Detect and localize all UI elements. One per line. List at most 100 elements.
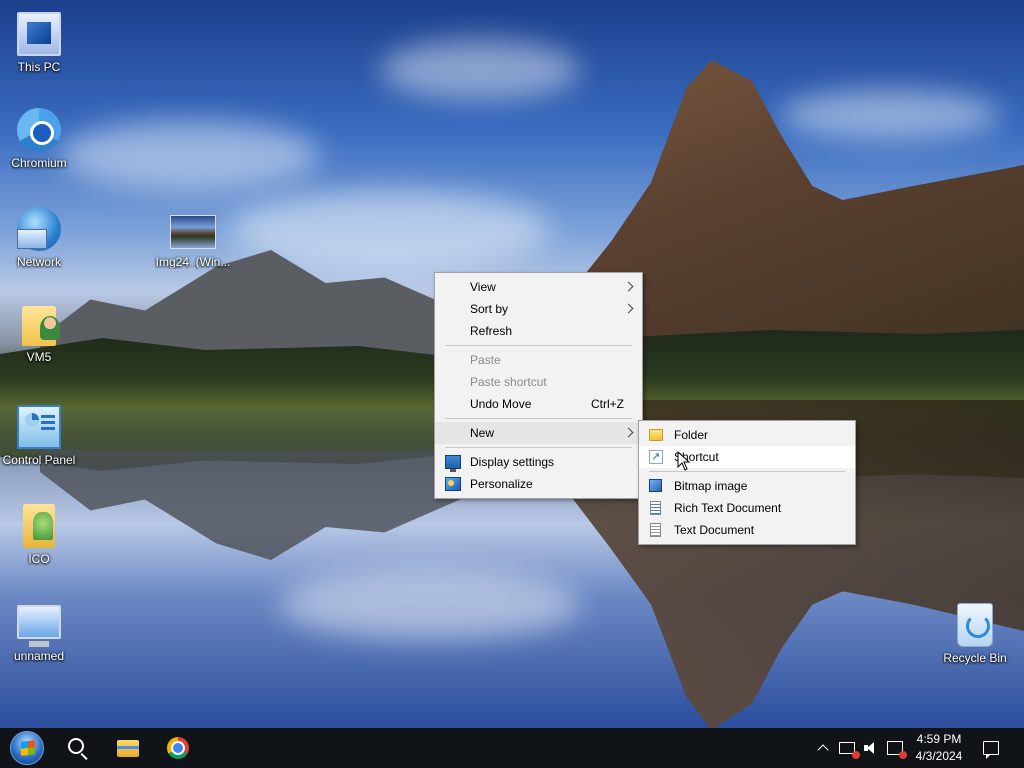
desktop-icon-label: This PC <box>17 60 61 74</box>
chromium-icon <box>17 108 61 152</box>
cloud <box>780 90 1000 140</box>
menu-item-label: View <box>470 280 496 294</box>
cloud-reflection <box>280 570 580 640</box>
bitmap-icon <box>649 479 662 492</box>
menu-item-label: Refresh <box>470 324 513 338</box>
menu-separator <box>445 345 632 346</box>
menu-item-label: Display settings <box>470 455 555 469</box>
folder-icon <box>23 504 55 548</box>
desktop-icon-label: ICO <box>28 552 50 566</box>
desktop-icon-unnamed[interactable]: unnamed <box>0 605 78 663</box>
menu-item-label: Paste <box>470 353 501 367</box>
chevron-right-icon <box>623 427 634 438</box>
notification-status-icon <box>887 741 907 759</box>
desktop-context-menu: View Sort by Refresh Paste Paste shortcu… <box>434 272 643 499</box>
menu-separator <box>445 447 632 448</box>
volume-muted-icon <box>864 742 878 754</box>
network-icon <box>17 207 61 251</box>
network-tray-button[interactable] <box>836 728 860 768</box>
notification-tray-button[interactable] <box>884 728 907 768</box>
menu-item-label: New <box>470 426 495 440</box>
desktop-icon-img24[interactable]: Img24_(Win... <box>154 215 232 269</box>
mountain-range-reflection <box>40 450 460 560</box>
recycle-bin-icon <box>957 603 993 647</box>
chevron-right-icon <box>623 281 634 292</box>
desktop-icon-network[interactable]: Network <box>0 207 78 269</box>
desktop-icon-control-panel[interactable]: Control Panel <box>0 405 78 467</box>
text-document-icon <box>650 523 661 537</box>
desktop-icon-vm5[interactable]: VM5 <box>0 306 78 364</box>
menu-item-label: Text Document <box>674 523 755 537</box>
menu-item-label: Folder <box>674 428 709 442</box>
menu-item-sort-by[interactable]: Sort by <box>435 298 642 320</box>
display-icon <box>445 455 461 472</box>
monitor-icon <box>17 605 61 647</box>
search-button[interactable] <box>54 728 102 768</box>
chevron-up-icon <box>817 744 829 756</box>
file-explorer-icon <box>117 739 139 757</box>
show-hidden-icons-button[interactable] <box>812 728 834 768</box>
chevron-right-icon <box>623 303 634 314</box>
desktop-icon-label: unnamed <box>13 649 65 663</box>
menu-item-undo-move[interactable]: Undo Move Ctrl+Z <box>435 393 642 415</box>
start-button[interactable] <box>3 728 51 768</box>
submenu-item-folder[interactable]: Folder <box>639 424 855 446</box>
desktop-icon-label: Control Panel <box>2 453 76 467</box>
user-icon <box>40 316 60 340</box>
action-center-icon <box>983 741 999 759</box>
user-folder-icon <box>22 306 60 346</box>
cloud <box>60 120 320 190</box>
menu-item-shortcut: Ctrl+Z <box>591 397 624 411</box>
new-submenu: Folder Shortcut Bitmap image Rich Text D… <box>638 420 856 545</box>
menu-item-new[interactable]: New <box>435 422 642 444</box>
volume-tray-button[interactable] <box>860 728 882 768</box>
menu-item-paste: Paste <box>435 349 642 371</box>
shortcut-icon <box>649 446 663 468</box>
menu-item-label: Undo Move <box>470 397 532 411</box>
clock-date: 4/3/2024 <box>915 749 963 763</box>
menu-item-display-settings[interactable]: Display settings <box>435 451 642 473</box>
folder-icon <box>649 429 663 441</box>
desktop-icon-label: Chromium <box>11 156 67 170</box>
image-file-icon <box>170 215 216 249</box>
menu-item-paste-shortcut: Paste shortcut <box>435 371 642 393</box>
submenu-item-shortcut[interactable]: Shortcut <box>639 446 855 468</box>
menu-separator <box>445 418 632 419</box>
desktop-icon-this-pc[interactable]: This PC <box>0 12 78 74</box>
start-icon <box>10 731 44 765</box>
search-icon <box>68 738 84 754</box>
menu-item-label: Bitmap image <box>674 479 748 493</box>
action-center-button[interactable] <box>978 728 1004 768</box>
submenu-item-text-document[interactable]: Text Document <box>639 519 855 541</box>
clock-time: 4:59 PM <box>916 732 962 746</box>
chrome-icon <box>167 737 189 759</box>
desktop-icon-ico[interactable]: ICO <box>0 504 78 566</box>
desktop-icon-label: Recycle Bin <box>943 651 1007 665</box>
cloud <box>380 40 580 100</box>
menu-item-refresh[interactable]: Refresh <box>435 320 642 342</box>
network-icon <box>839 742 860 759</box>
desktop-icon-label: Network <box>16 255 61 269</box>
menu-item-label: Personalize <box>470 477 533 491</box>
menu-separator <box>649 471 845 472</box>
desktop-icon-recycle-bin[interactable]: Recycle Bin <box>936 603 1014 665</box>
chrome-button[interactable] <box>154 728 202 768</box>
submenu-item-bitmap-image[interactable]: Bitmap image <box>639 475 855 497</box>
menu-item-label: Sort by <box>470 302 509 316</box>
computer-icon <box>17 12 61 56</box>
taskbar-clock[interactable]: 4:59 PM 4/3/2024 <box>908 728 970 768</box>
mouse-pointer-icon <box>677 451 691 471</box>
rich-text-icon <box>650 501 661 515</box>
desktop-icon-label: VM5 <box>26 350 52 364</box>
menu-item-view[interactable]: View <box>435 276 642 298</box>
menu-item-label: Paste shortcut <box>470 375 547 389</box>
menu-item-personalize[interactable]: Personalize <box>435 473 642 495</box>
file-explorer-button[interactable] <box>104 728 152 768</box>
control-panel-icon <box>17 405 61 449</box>
menu-item-label: Rich Text Document <box>674 501 782 515</box>
personalize-icon <box>445 477 461 491</box>
desktop-icon-label: Img24_(Win... <box>155 255 231 269</box>
taskbar: 4:59 PM 4/3/2024 <box>0 728 1024 768</box>
desktop-icon-chromium[interactable]: Chromium <box>0 108 78 170</box>
submenu-item-rich-text-document[interactable]: Rich Text Document <box>639 497 855 519</box>
